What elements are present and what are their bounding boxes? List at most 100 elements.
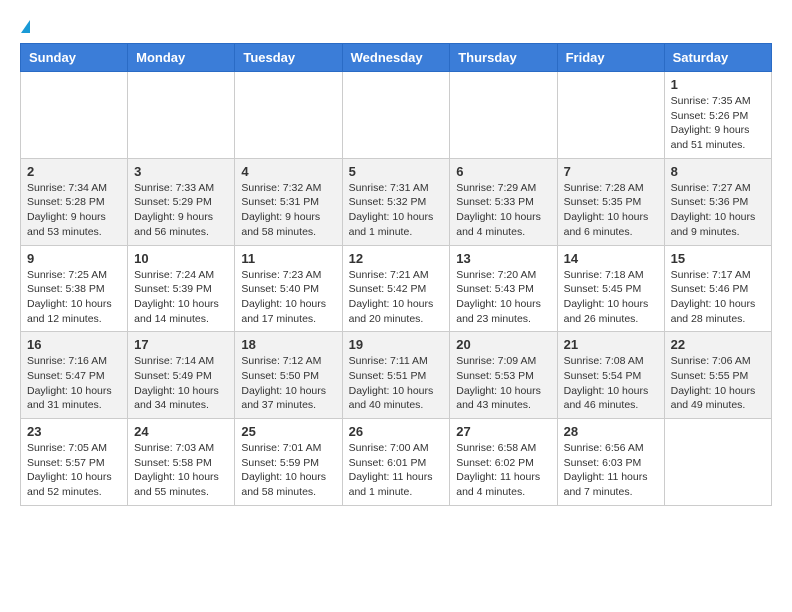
calendar-cell: 25 Sunrise: 7:01 AM Sunset: 5:59 PM Dayli… [235, 419, 342, 506]
day-number: 21 [564, 337, 658, 352]
day-number: 19 [349, 337, 444, 352]
day-info: Sunrise: 7:14 AM Sunset: 5:49 PM Dayligh… [134, 354, 228, 413]
calendar-week-3: 9Sunrise: 7:25 AM Sunset: 5:38 PM Daylig… [21, 245, 772, 332]
day-number: 14 [564, 251, 658, 266]
calendar-cell: 27 Sunrise: 6:58 AM Sunset: 6:02 PM Dayli… [450, 419, 557, 506]
calendar-cell: 24 Sunrise: 7:03 AM Sunset: 5:58 PM Dayli… [128, 419, 235, 506]
calendar-cell: 2 Sunrise: 7:34 AM Sunset: 5:28 PM Daylig… [21, 158, 128, 245]
header [20, 20, 772, 33]
day-info: Sunrise: 7:32 AM Sunset: 5:31 PM Dayligh… [241, 181, 335, 240]
day-number: 12 [349, 251, 444, 266]
day-number: 1 [671, 77, 765, 92]
day-info: Sunrise: 6:58 AM Sunset: 6:02 PM Dayligh… [456, 441, 550, 500]
day-number: 10 [134, 251, 228, 266]
day-number: 2 [27, 164, 121, 179]
day-info: Sunrise: 7:21 AM Sunset: 5:42 PM Dayligh… [349, 268, 444, 327]
day-info: Sunrise: 7:28 AM Sunset: 5:35 PM Dayligh… [564, 181, 658, 240]
day-number: 16 [27, 337, 121, 352]
calendar-cell: 17 Sunrise: 7:14 AM Sunset: 5:49 PM Dayli… [128, 332, 235, 419]
calendar-cell: 21 Sunrise: 7:08 AM Sunset: 5:54 PM Dayli… [557, 332, 664, 419]
calendar-cell: 20 Sunrise: 7:09 AM Sunset: 5:53 PM Dayli… [450, 332, 557, 419]
day-number: 26 [349, 424, 444, 439]
calendar-cell [235, 72, 342, 159]
calendar-header-saturday: Saturday [664, 44, 771, 72]
calendar-cell [557, 72, 664, 159]
calendar-cell: 26 Sunrise: 7:00 AM Sunset: 6:01 PM Dayli… [342, 419, 450, 506]
day-info: Sunrise: 7:03 AM Sunset: 5:58 PM Dayligh… [134, 441, 228, 500]
calendar-cell: 1 Sunrise: 7:35 AM Sunset: 5:26 PM Daylig… [664, 72, 771, 159]
calendar-week-1: 1 Sunrise: 7:35 AM Sunset: 5:26 PM Daylig… [21, 72, 772, 159]
day-info: Sunrise: 7:17 AM Sunset: 5:46 PM Dayligh… [671, 268, 765, 327]
day-number: 3 [134, 164, 228, 179]
calendar-cell: 23Sunrise: 7:05 AM Sunset: 5:57 PM Dayli… [21, 419, 128, 506]
day-number: 28 [564, 424, 658, 439]
day-info: Sunrise: 7:09 AM Sunset: 5:53 PM Dayligh… [456, 354, 550, 413]
calendar-header-row: SundayMondayTuesdayWednesdayThursdayFrid… [21, 44, 772, 72]
day-info: Sunrise: 7:16 AM Sunset: 5:47 PM Dayligh… [27, 354, 121, 413]
day-info: Sunrise: 7:05 AM Sunset: 5:57 PM Dayligh… [27, 441, 121, 500]
calendar-cell: 19 Sunrise: 7:11 AM Sunset: 5:51 PM Dayli… [342, 332, 450, 419]
calendar-cell [342, 72, 450, 159]
calendar-cell: 7 Sunrise: 7:28 AM Sunset: 5:35 PM Daylig… [557, 158, 664, 245]
calendar-week-5: 23Sunrise: 7:05 AM Sunset: 5:57 PM Dayli… [21, 419, 772, 506]
logo [20, 20, 30, 33]
calendar-cell: 15 Sunrise: 7:17 AM Sunset: 5:46 PM Dayli… [664, 245, 771, 332]
day-number: 11 [241, 251, 335, 266]
calendar-cell: 13 Sunrise: 7:20 AM Sunset: 5:43 PM Dayli… [450, 245, 557, 332]
calendar-cell: 18 Sunrise: 7:12 AM Sunset: 5:50 PM Dayli… [235, 332, 342, 419]
calendar-cell: 10Sunrise: 7:24 AM Sunset: 5:39 PM Dayli… [128, 245, 235, 332]
calendar-cell: 3 Sunrise: 7:33 AM Sunset: 5:29 PM Daylig… [128, 158, 235, 245]
day-info: Sunrise: 7:31 AM Sunset: 5:32 PM Dayligh… [349, 181, 444, 240]
calendar-cell [128, 72, 235, 159]
calendar-cell [664, 419, 771, 506]
day-number: 7 [564, 164, 658, 179]
calendar-header-friday: Friday [557, 44, 664, 72]
calendar-cell [21, 72, 128, 159]
day-info: Sunrise: 7:06 AM Sunset: 5:55 PM Dayligh… [671, 354, 765, 413]
day-info: Sunrise: 7:00 AM Sunset: 6:01 PM Dayligh… [349, 441, 444, 500]
calendar-cell: 5 Sunrise: 7:31 AM Sunset: 5:32 PM Daylig… [342, 158, 450, 245]
day-number: 24 [134, 424, 228, 439]
day-number: 8 [671, 164, 765, 179]
day-number: 18 [241, 337, 335, 352]
day-number: 27 [456, 424, 550, 439]
day-info: Sunrise: 7:33 AM Sunset: 5:29 PM Dayligh… [134, 181, 228, 240]
calendar-cell: 22Sunrise: 7:06 AM Sunset: 5:55 PM Dayli… [664, 332, 771, 419]
day-number: 6 [456, 164, 550, 179]
day-number: 13 [456, 251, 550, 266]
calendar-week-2: 2 Sunrise: 7:34 AM Sunset: 5:28 PM Daylig… [21, 158, 772, 245]
day-info: Sunrise: 7:01 AM Sunset: 5:59 PM Dayligh… [241, 441, 335, 500]
day-info: Sunrise: 7:12 AM Sunset: 5:50 PM Dayligh… [241, 354, 335, 413]
calendar-cell: 28 Sunrise: 6:56 AM Sunset: 6:03 PM Dayli… [557, 419, 664, 506]
day-info: Sunrise: 7:35 AM Sunset: 5:26 PM Dayligh… [671, 94, 765, 153]
day-number: 15 [671, 251, 765, 266]
day-number: 5 [349, 164, 444, 179]
day-info: Sunrise: 7:18 AM Sunset: 5:45 PM Dayligh… [564, 268, 658, 327]
day-info: Sunrise: 7:20 AM Sunset: 5:43 PM Dayligh… [456, 268, 550, 327]
day-info: Sunrise: 7:23 AM Sunset: 5:40 PM Dayligh… [241, 268, 335, 327]
day-number: 20 [456, 337, 550, 352]
calendar-header-sunday: Sunday [21, 44, 128, 72]
calendar-cell: 4Sunrise: 7:32 AM Sunset: 5:31 PM Daylig… [235, 158, 342, 245]
calendar-table: SundayMondayTuesdayWednesdayThursdayFrid… [20, 43, 772, 506]
day-info: Sunrise: 7:11 AM Sunset: 5:51 PM Dayligh… [349, 354, 444, 413]
calendar-cell: 11 Sunrise: 7:23 AM Sunset: 5:40 PM Dayli… [235, 245, 342, 332]
day-number: 9 [27, 251, 121, 266]
day-info: Sunrise: 7:34 AM Sunset: 5:28 PM Dayligh… [27, 181, 121, 240]
calendar-week-4: 16 Sunrise: 7:16 AM Sunset: 5:47 PM Dayli… [21, 332, 772, 419]
day-info: Sunrise: 6:56 AM Sunset: 6:03 PM Dayligh… [564, 441, 658, 500]
calendar-cell: 8 Sunrise: 7:27 AM Sunset: 5:36 PM Daylig… [664, 158, 771, 245]
calendar-cell [450, 72, 557, 159]
calendar-header-tuesday: Tuesday [235, 44, 342, 72]
day-info: Sunrise: 7:29 AM Sunset: 5:33 PM Dayligh… [456, 181, 550, 240]
calendar-cell: 9Sunrise: 7:25 AM Sunset: 5:38 PM Daylig… [21, 245, 128, 332]
calendar-cell: 16 Sunrise: 7:16 AM Sunset: 5:47 PM Dayli… [21, 332, 128, 419]
day-number: 25 [241, 424, 335, 439]
calendar-cell: 12 Sunrise: 7:21 AM Sunset: 5:42 PM Dayli… [342, 245, 450, 332]
day-number: 17 [134, 337, 228, 352]
day-info: Sunrise: 7:08 AM Sunset: 5:54 PM Dayligh… [564, 354, 658, 413]
calendar-header-wednesday: Wednesday [342, 44, 450, 72]
calendar-header-thursday: Thursday [450, 44, 557, 72]
calendar-header-monday: Monday [128, 44, 235, 72]
day-info: Sunrise: 7:27 AM Sunset: 5:36 PM Dayligh… [671, 181, 765, 240]
